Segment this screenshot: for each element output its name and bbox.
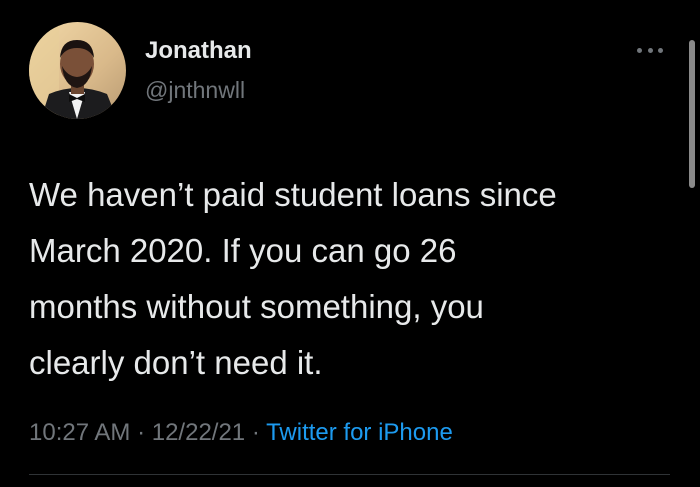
- meta-separator: ·: [245, 419, 267, 446]
- more-dot: [658, 47, 663, 53]
- scrollbar[interactable]: [689, 40, 695, 188]
- tweet-text-line: March 2020. If you can go 26: [29, 232, 457, 269]
- more-dot: [647, 47, 653, 53]
- divider: [29, 474, 670, 475]
- avatar[interactable]: [29, 22, 126, 119]
- tweet-text: We haven’t paid student loans since Marc…: [29, 167, 679, 391]
- tweet-text-line: clearly don’t need it.: [29, 344, 323, 381]
- tweet-text-line: months without something, you: [29, 288, 484, 325]
- more-options-icon[interactable]: [637, 40, 663, 60]
- more-dot: [637, 47, 642, 53]
- display-name[interactable]: Jonathan: [145, 36, 252, 66]
- tweet-time[interactable]: 10:27 AM: [29, 419, 130, 446]
- user-handle[interactable]: @jnthnwll: [145, 75, 245, 105]
- meta-separator: ·: [130, 419, 152, 446]
- tweet-metadata: 10:27 AM · 12/22/21 · Twitter for iPhone: [29, 417, 453, 449]
- tweet-text-line: We haven’t paid student loans since: [29, 176, 557, 213]
- tweet-source-link[interactable]: Twitter for iPhone: [266, 419, 453, 446]
- tweet-card: Jonathan @jnthnwll We haven’t paid stude…: [0, 0, 700, 487]
- tweet-date[interactable]: 12/22/21: [152, 419, 245, 446]
- profile-photo-icon: [29, 22, 126, 119]
